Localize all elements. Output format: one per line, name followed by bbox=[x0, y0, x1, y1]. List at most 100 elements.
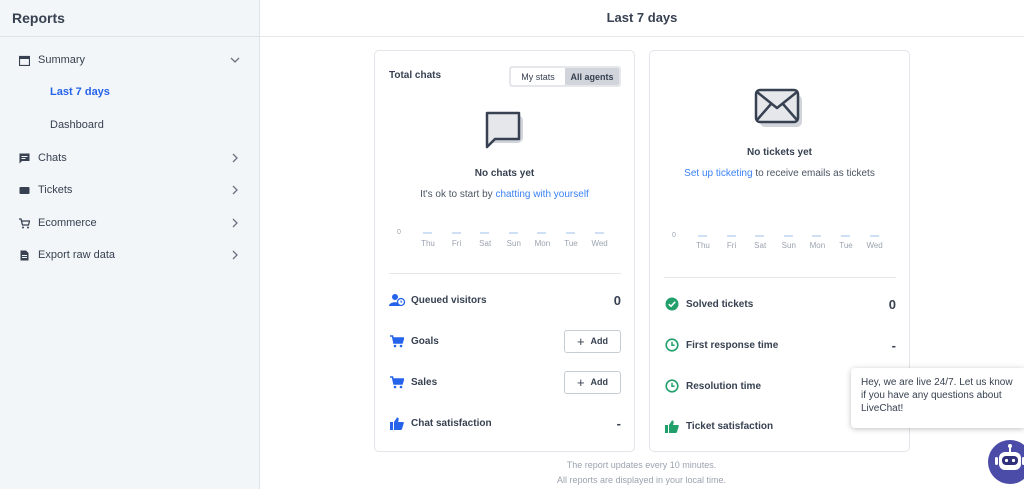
chart-bar bbox=[537, 232, 547, 234]
add-goal-button[interactable]: + Add bbox=[564, 329, 621, 353]
empty-state-text: Set up ticketing to receive emails as ti… bbox=[650, 168, 909, 179]
chart-day-label: Thu bbox=[696, 241, 710, 250]
clock-icon bbox=[664, 378, 680, 394]
sidebar-item-chats[interactable]: Chats bbox=[0, 144, 259, 172]
chevron-right-icon bbox=[232, 153, 238, 163]
chart-day-label: Thu bbox=[421, 239, 435, 248]
chart-day-label: Fri bbox=[451, 239, 462, 248]
stat-label: Sales bbox=[411, 376, 438, 388]
chart-bar bbox=[480, 232, 490, 234]
chat-widget-message[interactable]: Hey, we are live 24/7. Let us know if yo… bbox=[851, 368, 1024, 428]
chart-day-label: Sat bbox=[754, 241, 767, 250]
chart-bar bbox=[566, 232, 575, 234]
thumbs-up-icon bbox=[664, 418, 680, 434]
card-title: Total chats bbox=[389, 70, 442, 81]
solved-tickets-value: 0 bbox=[888, 296, 896, 312]
calendar-icon bbox=[18, 54, 30, 66]
chart-bar bbox=[841, 235, 850, 237]
stat-label: Chat satisfaction bbox=[411, 417, 492, 429]
chatting-with-yourself-link[interactable]: chatting with yourself bbox=[495, 189, 588, 200]
sidebar-item-export-raw-data[interactable]: Export raw data bbox=[0, 241, 259, 269]
sidebar-item-label: Summary bbox=[38, 54, 86, 66]
sidebar-item-label: Ecommerce bbox=[38, 217, 97, 229]
empty-state-title: No tickets yet bbox=[746, 147, 813, 158]
sidebar-item-tickets[interactable]: Tickets bbox=[0, 176, 259, 204]
total-chats-card: Total chats My stats All agents No chats… bbox=[374, 50, 635, 452]
sidebar-subitem-dashboard[interactable]: Dashboard bbox=[50, 119, 104, 131]
sidebar-title: Reports bbox=[0, 0, 259, 37]
solved-tickets-row: Solved tickets 0 bbox=[664, 293, 896, 315]
chart-bar bbox=[726, 235, 736, 237]
queued-visitors-value: 0 bbox=[613, 292, 621, 308]
stat-label: Solved tickets bbox=[686, 298, 754, 310]
my-stats-toggle[interactable]: My stats bbox=[511, 68, 565, 85]
plus-icon: + bbox=[576, 333, 585, 349]
chart-zero-label: 0 bbox=[672, 232, 676, 239]
plus-icon: + bbox=[576, 374, 585, 390]
stat-label: Goals bbox=[411, 335, 439, 347]
cart-icon bbox=[389, 374, 405, 390]
chat-bubble-icon bbox=[485, 111, 523, 149]
chat-widget-button[interactable] bbox=[988, 440, 1024, 484]
file-icon bbox=[18, 249, 30, 261]
add-label: Add bbox=[590, 377, 609, 387]
chart-day-label: Mon bbox=[534, 239, 551, 248]
divider bbox=[389, 273, 621, 274]
chat-icon bbox=[18, 152, 30, 164]
sidebar-item-label: Tickets bbox=[38, 184, 73, 196]
chart-day-label: Sat bbox=[479, 239, 492, 248]
chart-bar bbox=[594, 232, 604, 234]
chart-day-label: Wed bbox=[866, 241, 883, 250]
robot-icon bbox=[995, 444, 1024, 470]
chart-bar bbox=[451, 232, 461, 234]
empty-state-text: It's ok to start by chatting with yourse… bbox=[375, 189, 634, 200]
chevron-right-icon bbox=[232, 185, 238, 195]
chart-day-label: Sun bbox=[506, 239, 521, 248]
sidebar-item-label: Chats bbox=[38, 152, 67, 164]
add-sale-button[interactable]: + Add bbox=[564, 370, 621, 394]
add-label: Add bbox=[590, 336, 609, 346]
chart-bar bbox=[698, 235, 707, 237]
first-response-time-row: First response time - bbox=[664, 334, 896, 356]
stat-label: First response time bbox=[686, 339, 779, 351]
thumbs-up-icon bbox=[389, 415, 405, 431]
sidebar-subitem-last-7-days[interactable]: Last 7 days bbox=[50, 86, 110, 98]
goals-row: Goals + Add bbox=[389, 329, 621, 353]
empty-state-title: No chats yet bbox=[474, 168, 535, 179]
divider bbox=[664, 277, 896, 278]
empty-state-prefix: It's ok to start by bbox=[420, 189, 496, 200]
footer-update-note: The report updates every 10 minutes. bbox=[566, 460, 717, 470]
chart-bar bbox=[812, 235, 822, 237]
chart-bar bbox=[755, 235, 765, 237]
all-agents-toggle[interactable]: All agents bbox=[565, 68, 619, 85]
chat-satisfaction-row: Chat satisfaction - bbox=[389, 412, 621, 434]
queued-visitors-icon bbox=[389, 292, 405, 308]
chart-day-label: Tue bbox=[839, 241, 853, 250]
chart-day-label: Sun bbox=[781, 241, 796, 250]
stat-label: Ticket satisfaction bbox=[686, 420, 774, 432]
chart-bar bbox=[783, 235, 793, 237]
chart-zero-label: 0 bbox=[397, 229, 401, 236]
sidebar-item-ecommerce[interactable]: Ecommerce bbox=[0, 209, 259, 237]
chart-day-label: Fri bbox=[726, 241, 737, 250]
sidebar-item-summary[interactable]: Summary bbox=[0, 46, 259, 74]
first-response-time-value: - bbox=[891, 337, 896, 353]
clock-icon bbox=[664, 337, 680, 353]
chart-bar bbox=[508, 232, 518, 234]
stats-toggle: My stats All agents bbox=[509, 66, 621, 87]
footer-timezone-note: All reports are displayed in your local … bbox=[556, 475, 727, 485]
chart-bar bbox=[423, 232, 432, 234]
stat-label: Queued visitors bbox=[411, 294, 487, 306]
cart-icon bbox=[389, 333, 405, 349]
chart-day-label: Mon bbox=[809, 241, 826, 250]
sidebar: Reports Summary Last 7 days Dashboard Ch… bbox=[0, 0, 260, 489]
chart-day-label: Wed bbox=[591, 239, 608, 248]
empty-state-suffix: to receive emails as tickets bbox=[752, 168, 875, 179]
check-circle-icon bbox=[664, 296, 680, 312]
chart-day-label: Tue bbox=[564, 239, 578, 248]
sales-row: Sales + Add bbox=[389, 370, 621, 394]
ticket-icon bbox=[18, 184, 30, 196]
set-up-ticketing-link[interactable]: Set up ticketing bbox=[684, 168, 752, 179]
chevron-right-icon bbox=[232, 218, 238, 228]
page-title: Last 7 days bbox=[260, 0, 1024, 37]
